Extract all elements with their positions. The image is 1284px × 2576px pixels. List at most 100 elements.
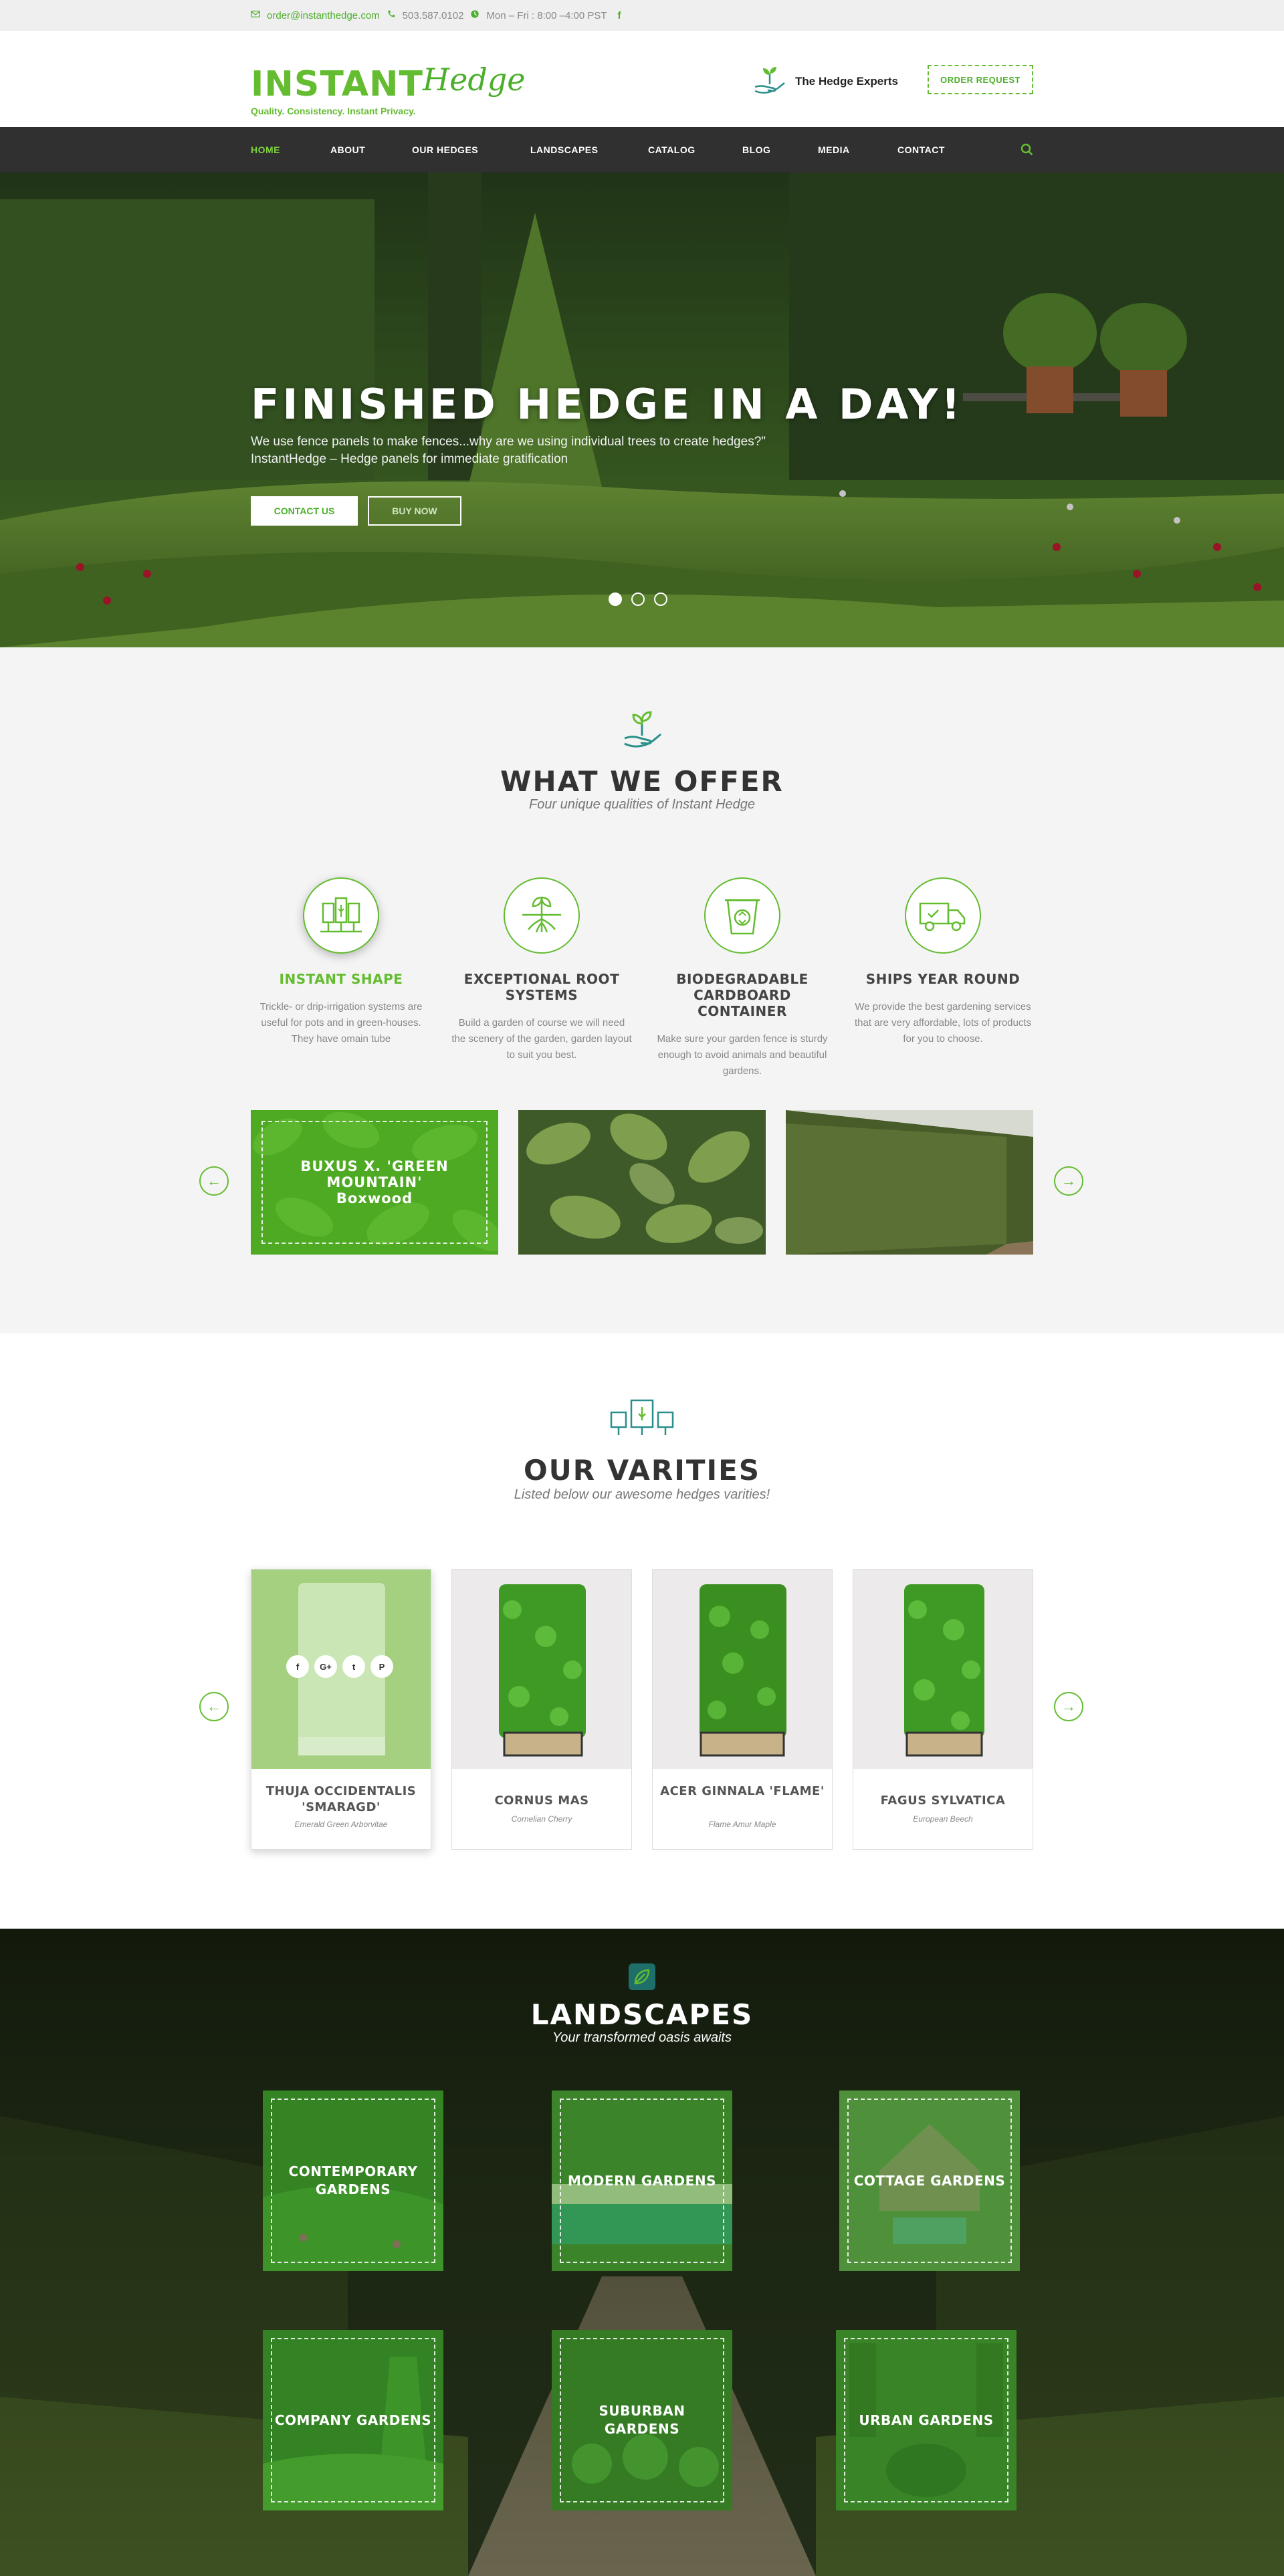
nav-item-about[interactable]: ABOUT — [330, 144, 412, 155]
hedge-panels-icon — [609, 1398, 675, 1441]
offer-subtitle: Four unique qualities of Instant Hedge — [529, 797, 755, 812]
logo-brand-left: INSTANT — [251, 64, 423, 104]
tile-label: SUBURBAN GARDENS — [560, 2338, 724, 2502]
variety-common-name: Cornelian Cherry — [511, 1814, 572, 1824]
tile-label: COMPANY GARDENS — [271, 2338, 435, 2502]
landscapes-title: LANDSCAPES — [530, 1998, 754, 2031]
product-card-boxwood[interactable]: BUXUS X. 'GREEN MOUNTAIN' Boxwood — [251, 1110, 498, 1255]
facebook-icon[interactable]: f — [618, 10, 621, 21]
logo-tagline: Quality. Consistency. Instant Privacy. — [251, 106, 416, 116]
variety-name[interactable]: CORNUS MAS — [452, 1793, 631, 1809]
slider-dot-2[interactable] — [631, 593, 645, 606]
variety-image — [853, 1570, 1033, 1769]
hero-slider: FINISHED HEDGE IN A DAY! We use fence pa… — [0, 173, 1284, 647]
tile-label: CONTEMPORARY GARDENS — [271, 2099, 435, 2263]
contact-us-button[interactable]: CONTACT US — [251, 496, 358, 526]
carousel-next-button[interactable]: → — [1054, 1166, 1083, 1196]
nav-item-landscapes[interactable]: LANDSCAPES — [530, 144, 648, 155]
buy-now-button[interactable]: BUY NOW — [368, 496, 461, 526]
clock-icon — [470, 9, 479, 21]
landscape-tile-modern[interactable]: MODERN GARDENS — [552, 2090, 732, 2271]
cherry-leaves-image — [518, 1110, 766, 1255]
varieties-next-button[interactable]: → — [1054, 1692, 1083, 1721]
product-overlay-label: BUXUS X. 'GREEN MOUNTAIN' Boxwood — [261, 1121, 488, 1244]
facebook-icon[interactable]: f — [286, 1655, 309, 1678]
varieties-subtitle: Listed below our awesome hedges varities… — [514, 1487, 770, 1502]
logo[interactable]: INSTANT Hedge Quality. Consistency. Inst… — [251, 62, 525, 122]
google-plus-icon[interactable]: G+ — [314, 1655, 337, 1678]
slider-dot-3[interactable] — [654, 593, 667, 606]
variety-image — [452, 1570, 631, 1769]
slider-dot-1[interactable] — [609, 593, 622, 606]
slider-dots — [609, 593, 667, 606]
delivery-truck-icon — [905, 877, 981, 954]
main-nav: HOME ABOUT OUR HEDGES LANDSCAPES CATALOG… — [0, 127, 1284, 173]
feature-title: SHIPS YEAR ROUND — [865, 971, 1021, 987]
phone-icon — [387, 9, 396, 21]
hedge-experts: The Hedge Experts — [752, 64, 898, 98]
variety-common-name: European Beech — [913, 1814, 973, 1824]
variety-common-name: Flame Amur Maple — [708, 1820, 776, 1829]
feature-root-systems: EXCEPTIONAL ROOT SYSTEMS Build a garden … — [451, 877, 632, 1063]
feature-text: Make sure your garden fence is sturdy en… — [657, 1033, 828, 1077]
landscapes-section: LANDSCAPES Your transformed oasis awaits… — [0, 1929, 1284, 2576]
mail-icon — [251, 9, 260, 21]
variety-card[interactable]: ACER GINNALA 'FLAME' Flame Amur Maple — [652, 1569, 833, 1850]
hedge-shape-icon — [303, 877, 379, 954]
tile-label: URBAN GARDENS — [844, 2338, 1008, 2502]
recycle-container-icon — [704, 877, 780, 954]
carousel-prev-button[interactable]: ← — [199, 1166, 229, 1196]
top-bar: order@instanthedge.com 503.587.0102 Mon … — [0, 0, 1284, 31]
feature-title: INSTANT SHAPE — [279, 971, 403, 987]
nav-item-blog[interactable]: BLOG — [742, 144, 818, 155]
tile-label: MODERN GARDENS — [560, 2099, 724, 2263]
nav-item-media[interactable]: MEDIA — [818, 144, 897, 155]
order-request-button[interactable]: ORDER REQUEST — [928, 65, 1033, 94]
varieties-title: OUR VARITIES — [523, 1454, 761, 1487]
variety-image — [653, 1570, 832, 1769]
product-card-leaves[interactable] — [518, 1110, 766, 1255]
hedge-wall-image — [786, 1110, 1033, 1255]
nav-item-contact[interactable]: CONTACT — [897, 144, 945, 155]
feature-instant-shape: INSTANT SHAPE Trickle- or drip-irrigatio… — [251, 877, 431, 1047]
feature-cardboard-container: BIODEGRADABLE CARDBOARD CONTAINER Make s… — [652, 877, 833, 1079]
nav-item-catalog[interactable]: CATALOG — [648, 144, 742, 155]
search-icon[interactable] — [1021, 143, 1034, 160]
product-card-hedge-wall[interactable] — [786, 1110, 1033, 1255]
variety-image: f G+ t P — [251, 1570, 431, 1769]
variety-name[interactable]: ACER GINNALA 'FLAME' — [653, 1784, 832, 1800]
variety-card[interactable]: CORNUS MAS Cornelian Cherry — [451, 1569, 632, 1850]
roots-icon — [504, 877, 580, 954]
variety-common-name: Emerald Green Arborvitae — [294, 1820, 388, 1829]
variety-name[interactable]: THUJA OCCIDENTALIS 'SMARAGD' — [251, 1784, 431, 1816]
landscape-tile-company[interactable]: COMPANY GARDENS — [263, 2330, 443, 2510]
logo-brand-right: Hedge — [423, 62, 526, 98]
hero-text: We use fence panels to make fences...why… — [251, 435, 766, 466]
page: order@instanthedge.com 503.587.0102 Mon … — [0, 0, 1284, 2576]
landscape-tile-suburban[interactable]: SUBURBAN GARDENS — [552, 2330, 732, 2510]
feature-text: We provide the best gardening services t… — [854, 1001, 1032, 1045]
tile-label: COTTAGE GARDENS — [847, 2099, 1012, 2263]
variety-name[interactable]: FAGUS SYLVATICA — [853, 1793, 1033, 1809]
experts-label: The Hedge Experts — [795, 74, 898, 88]
variety-card[interactable]: FAGUS SYLVATICA European Beech — [853, 1569, 1033, 1850]
pinterest-icon[interactable]: P — [370, 1655, 393, 1678]
landscape-tile-cottage[interactable]: COTTAGE GARDENS — [839, 2090, 1020, 2271]
twitter-icon[interactable]: t — [342, 1655, 365, 1678]
landscape-tile-contemporary[interactable]: CONTEMPORARY GARDENS — [263, 2090, 443, 2271]
hero-title: FINISHED HEDGE IN A DAY! — [251, 380, 964, 429]
nav-item-home[interactable]: HOME — [251, 144, 330, 155]
offer-section: WHAT WE OFFER Four unique qualities of I… — [0, 647, 1284, 1333]
email-link[interactable]: order@instanthedge.com — [267, 10, 380, 21]
hand-plant-icon — [752, 64, 787, 98]
hand-sprout-icon — [621, 708, 663, 755]
leaf-icon — [627, 1962, 657, 1995]
variety-card[interactable]: f G+ t P THUJA OCCIDENTALIS 'SMARAGD' Em… — [251, 1569, 431, 1850]
header — [0, 31, 1284, 127]
varieties-prev-button[interactable]: ← — [199, 1692, 229, 1721]
feature-title: EXCEPTIONAL ROOT SYSTEMS — [463, 971, 620, 1003]
landscape-tile-urban[interactable]: URBAN GARDENS — [836, 2330, 1016, 2510]
phone-number[interactable]: 503.587.0102 — [403, 10, 464, 21]
nav-item-our-hedges[interactable]: OUR HEDGES — [412, 144, 530, 155]
feature-ships-year-round: SHIPS YEAR ROUND We provide the best gar… — [853, 877, 1033, 1047]
